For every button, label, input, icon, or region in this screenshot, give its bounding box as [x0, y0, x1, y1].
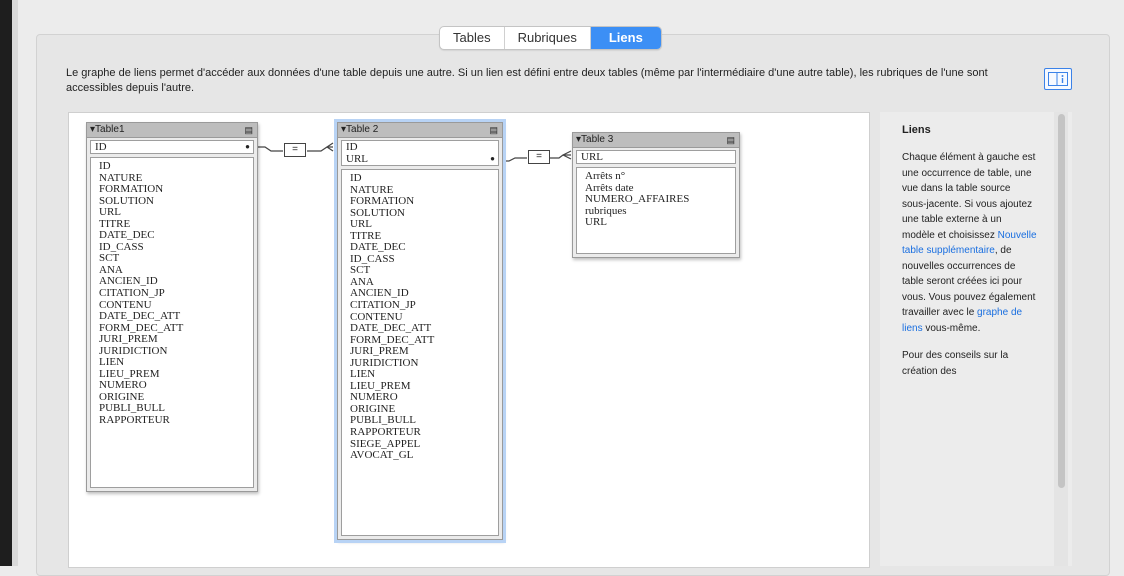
field-list[interactable]: ID NATURE FORMATION SOLUTION URL TITRE D…: [90, 157, 254, 488]
info-panel-icon: [1048, 72, 1068, 86]
relationship-table1-table2[interactable]: =: [284, 143, 306, 157]
sidebar-help-text: Chaque élément à gauche est une occurren…: [902, 152, 1037, 377]
field-item[interactable]: Arrêts n°: [585, 170, 735, 183]
field-item[interactable]: ID_CASS: [350, 253, 498, 266]
field-item[interactable]: ID_CASS: [99, 241, 253, 254]
field-item[interactable]: URL: [99, 207, 253, 219]
match-field[interactable]: URL ●: [342, 153, 498, 165]
field-item[interactable]: SOLUTION: [350, 207, 498, 220]
table-header[interactable]: ▾Table 2 ▤: [338, 123, 502, 138]
field-item[interactable]: NUMERO_AFFAIRES: [585, 194, 735, 206]
table-header[interactable]: ▾Table 3 ▤: [573, 133, 739, 148]
match-field[interactable]: URL: [577, 151, 735, 163]
tab-liens[interactable]: Liens: [590, 27, 661, 49]
tab-tables[interactable]: Tables: [440, 27, 505, 49]
field-item[interactable]: ID: [99, 160, 253, 173]
tab-segmented-control: Tables Rubriques Liens: [439, 26, 662, 50]
table-menu-icon[interactable]: ▤: [244, 123, 253, 137]
graph-description: Le graphe de liens permet d'accéder aux …: [66, 67, 988, 94]
field-item[interactable]: CITATION_JP: [99, 287, 253, 300]
field-item[interactable]: FORMATION: [99, 184, 253, 196]
toggle-info-panel-button[interactable]: [1044, 68, 1072, 90]
field-item[interactable]: rubriques: [585, 205, 735, 218]
match-field-marker-icon: ●: [245, 142, 250, 151]
table-menu-icon[interactable]: ▤: [726, 133, 735, 147]
field-item[interactable]: RAPPORTEUR: [350, 426, 498, 439]
table-header[interactable]: ▾Table1 ▤: [87, 123, 257, 138]
table-menu-icon[interactable]: ▤: [489, 123, 498, 137]
field-item[interactable]: URL: [350, 219, 498, 231]
relationship-graph-canvas[interactable]: = = ▾Table1 ▤ ID ● ID NATURE FORMATION SO…: [68, 112, 870, 568]
match-fields: URL: [576, 150, 736, 164]
window-edge: [0, 0, 12, 566]
match-field[interactable]: ID ●: [91, 141, 253, 153]
field-item[interactable]: DATE_DEC_ATT: [350, 323, 498, 335]
tab-rubriques[interactable]: Rubriques: [505, 27, 591, 49]
table-name: Table1: [95, 124, 125, 135]
table-occurrence-table2[interactable]: ▾Table 2 ▤ ID URL ● ID NATURE FORMATION S…: [337, 122, 503, 540]
table-occurrence-table3[interactable]: ▾Table 3 ▤ URL Arrêts n° Arrêts date NUM…: [572, 132, 740, 258]
sidebar-title: Liens: [902, 124, 931, 136]
field-item[interactable]: URL: [585, 217, 735, 229]
table-name: Table 2: [346, 124, 379, 135]
match-field[interactable]: ID: [342, 141, 498, 153]
table-occurrence-table1[interactable]: ▾Table1 ▤ ID ● ID NATURE FORMATION SOLUTI…: [86, 122, 258, 492]
match-fields: ID URL ●: [341, 140, 499, 166]
field-item[interactable]: ID: [350, 172, 498, 185]
match-field-marker-icon: ●: [490, 154, 495, 163]
field-item[interactable]: RAPPORTEUR: [99, 414, 253, 427]
field-item[interactable]: CITATION_JP: [350, 299, 498, 312]
window-edge-gutter: [12, 0, 18, 566]
relationship-table2-table3[interactable]: =: [528, 150, 550, 164]
sidebar-scroll-thumb[interactable]: [1058, 114, 1065, 488]
field-list[interactable]: Arrêts n° Arrêts date NUMERO_AFFAIRES ru…: [576, 167, 736, 254]
field-item[interactable]: FORMATION: [350, 196, 498, 208]
field-list[interactable]: ID NATURE FORMATION SOLUTION URL TITRE D…: [341, 169, 499, 536]
field-item[interactable]: SOLUTION: [99, 195, 253, 208]
table-name: Table 3: [581, 134, 614, 145]
field-item[interactable]: AVOCAT_GL: [350, 450, 498, 462]
match-fields: ID ●: [90, 140, 254, 154]
help-sidebar: Liens Chaque élément à gauche est une oc…: [880, 112, 1072, 566]
field-item[interactable]: DATE_DEC_ATT: [99, 311, 253, 323]
